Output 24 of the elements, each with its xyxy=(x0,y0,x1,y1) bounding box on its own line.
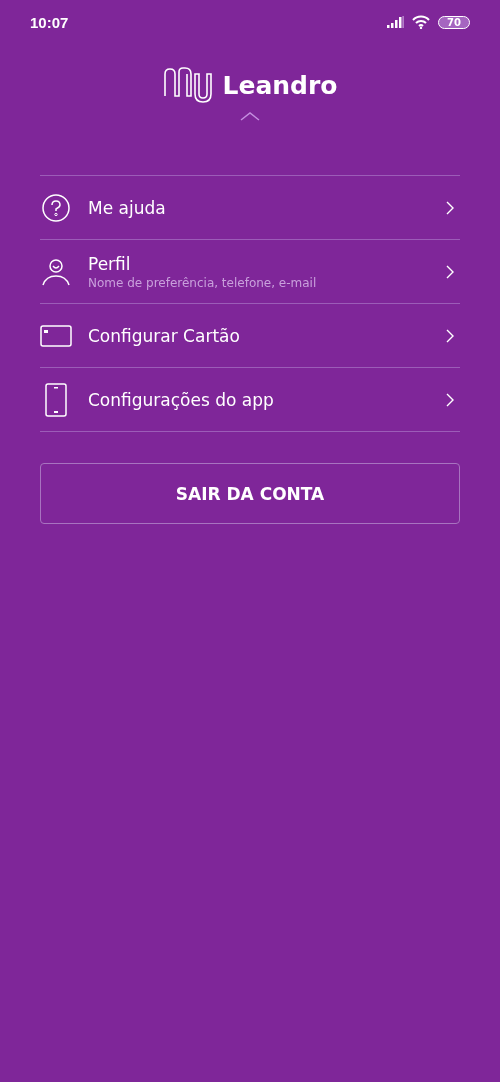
logout-button[interactable]: SAIR DA CONTA xyxy=(40,463,460,524)
chevron-right-icon xyxy=(446,328,454,343)
menu-item[interactable]: Perfil Nome de preferência, telefone, e-mail xyxy=(40,240,460,304)
wifi-icon xyxy=(412,15,431,29)
card-icon xyxy=(40,324,72,347)
menu-label: Configurações do app xyxy=(88,389,275,410)
menu-label: Configurar Cartão xyxy=(88,325,241,346)
chevron-right-icon xyxy=(446,264,454,279)
battery-indicator: 70 xyxy=(438,15,470,29)
question-icon xyxy=(40,192,72,223)
menu-item[interactable]: Me ajuda xyxy=(40,176,460,240)
menu-item[interactable]: Configurações do app xyxy=(40,368,460,432)
person-icon xyxy=(40,256,72,287)
menu-label: Me ajuda xyxy=(88,197,167,218)
chevron-right-icon xyxy=(446,392,454,407)
user-name: Leandro xyxy=(222,70,338,100)
chevron-up-icon[interactable] xyxy=(240,112,260,121)
menu-item[interactable]: Configurar Cartão xyxy=(40,304,460,368)
menu-subtitle: Nome de preferência, telefone, e-mail xyxy=(88,275,318,290)
signal-icon xyxy=(387,16,405,28)
status-time: 10:07 xyxy=(30,13,69,31)
chevron-right-icon xyxy=(446,200,454,215)
menu-label: Perfil xyxy=(88,253,132,274)
logo-icon xyxy=(162,66,215,104)
